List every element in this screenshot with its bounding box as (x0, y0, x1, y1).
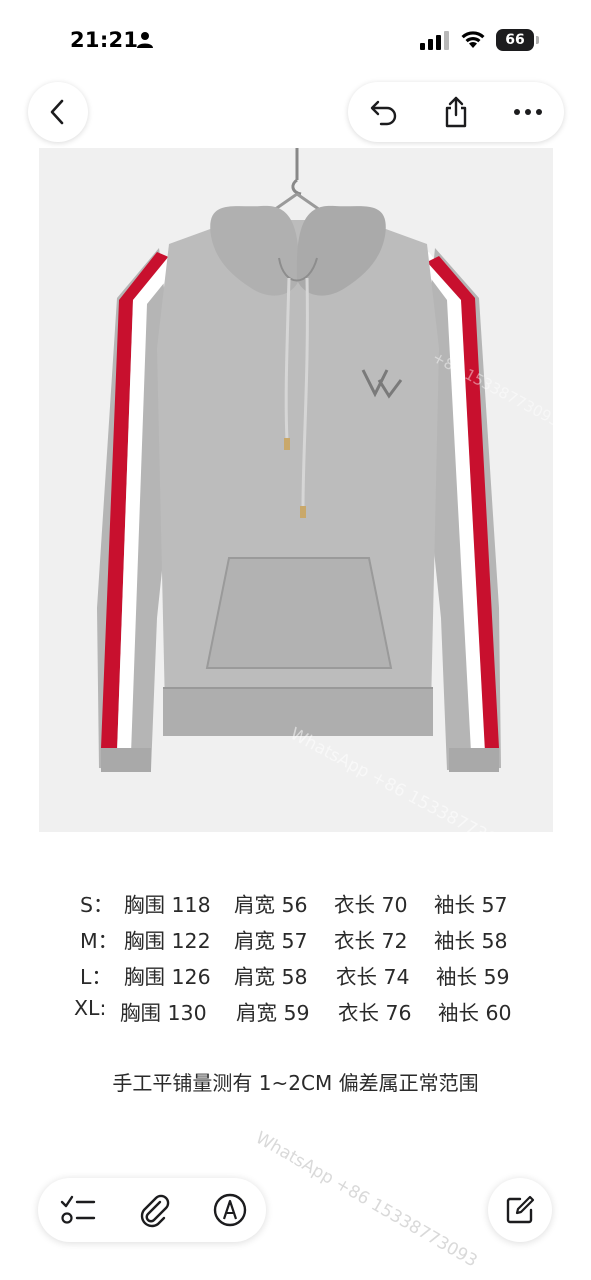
sleeve-value: 袖长 57 (434, 893, 508, 917)
battery-level: 66 (496, 29, 534, 51)
status-bar: 21:21 66 (0, 0, 591, 80)
chevron-left-icon (50, 99, 64, 125)
chest-value: 胸围 118 (124, 893, 211, 917)
markup-button[interactable] (192, 1178, 268, 1242)
markup-pen-icon (213, 1193, 247, 1227)
measurement-note: 手工平铺量测有 1~2CM 偏差属正常范围 (112, 1071, 479, 1095)
ellipsis-icon (514, 109, 542, 115)
sleeve-value: 袖长 58 (434, 929, 508, 953)
size-label: XL: (74, 996, 107, 1020)
more-button[interactable] (492, 82, 564, 142)
paperclip-icon (140, 1194, 170, 1228)
sleeve-value: 袖长 59 (436, 965, 510, 989)
attach-button[interactable] (116, 1178, 192, 1242)
size-row: S： 胸围 118 肩宽 56 衣长 70 袖长 57 (0, 888, 591, 924)
battery-indicator: 66 (496, 29, 540, 51)
cellular-signal-icon (420, 31, 449, 50)
bottom-toolbar (38, 1178, 266, 1242)
length-value: 衣长 74 (336, 965, 410, 989)
shoulder-value: 肩宽 57 (234, 929, 308, 953)
share-icon (445, 96, 467, 128)
status-time: 21:21 (70, 28, 139, 52)
chest-value: 胸围 126 (124, 965, 211, 989)
shoulder-value: 肩宽 58 (234, 965, 308, 989)
person-icon (137, 32, 153, 48)
sleeve-value: 袖长 60 (438, 1001, 512, 1025)
watermark-bottom: WhatsApp +86 15338773093 (252, 1128, 481, 1272)
shoulder-value: 肩宽 56 (234, 893, 308, 917)
size-label: S： (80, 893, 114, 917)
toolbar-actions (348, 82, 564, 142)
wifi-icon (461, 31, 485, 48)
chest-value: 胸围 130 (120, 1001, 207, 1025)
size-row: XL: 胸围 130 肩宽 59 衣长 76 袖长 60 (0, 996, 591, 1032)
chest-value: 胸围 122 (124, 929, 211, 953)
undo-icon (370, 100, 397, 126)
back-button[interactable] (28, 82, 88, 142)
shoulder-value: 肩宽 59 (236, 1001, 310, 1025)
length-value: 衣长 72 (334, 929, 408, 953)
length-value: 衣长 70 (334, 893, 408, 917)
size-label: M： (80, 929, 119, 953)
share-button[interactable] (420, 82, 492, 142)
length-value: 衣长 76 (338, 1001, 412, 1025)
size-row: M： 胸围 122 肩宽 57 衣长 72 袖长 58 (0, 924, 591, 960)
undo-button[interactable] (348, 82, 420, 142)
size-row: L： 胸围 126 肩宽 58 衣长 74 袖长 59 (0, 960, 591, 996)
checklist-icon (60, 1195, 96, 1224)
compose-button[interactable] (488, 1178, 552, 1242)
checklist-button[interactable] (40, 1178, 116, 1242)
size-label: L： (80, 965, 112, 989)
compose-icon (506, 1195, 535, 1224)
